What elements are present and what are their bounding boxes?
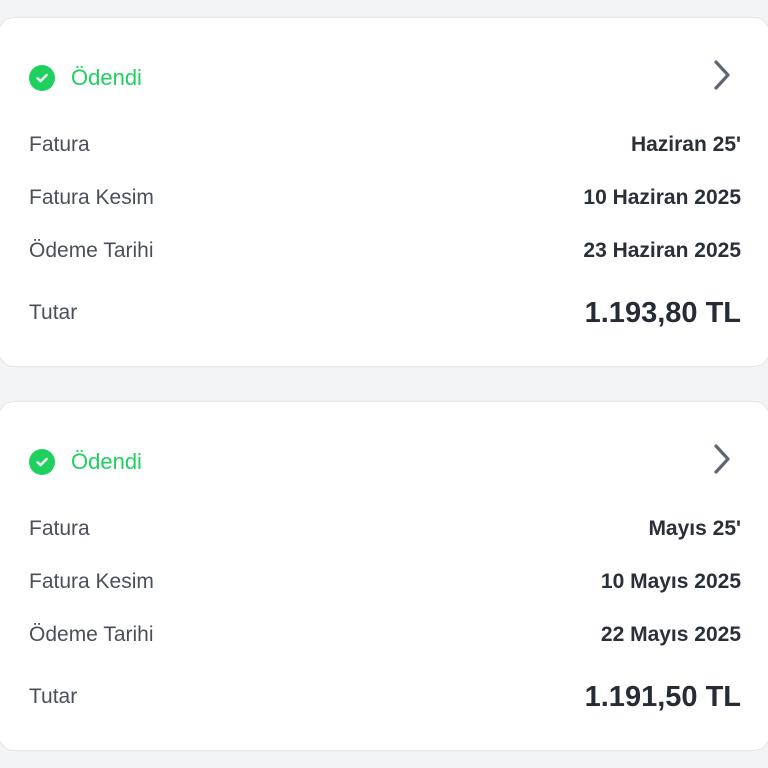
invoice-label: Fatura <box>29 133 90 156</box>
chevron-right-icon[interactable] <box>709 58 735 92</box>
bill-card[interactable]: Ödendi Fatura Mayıs 25' Fatura Kesim 10 … <box>0 401 768 751</box>
status-badge: Ödendi <box>29 63 142 93</box>
amount-row: Tutar 1.191,50 TL <box>29 677 741 717</box>
due-date-value: 22 Mayıs 2025 <box>600 623 741 646</box>
bill-card[interactable]: Ödendi Fatura Haziran 25' Fatura Kesim 1… <box>0 17 768 367</box>
invoice-label: Fatura <box>29 517 90 540</box>
amount-label: Tutar <box>29 301 78 324</box>
check-circle-icon <box>29 449 55 475</box>
issue-date-value: 10 Mayıs 2025 <box>600 570 741 593</box>
amount-label: Tutar <box>29 685 78 708</box>
due-date-label: Ödeme Tarihi <box>29 623 154 646</box>
status-label: Ödendi <box>71 449 142 474</box>
due-date-label: Ödeme Tarihi <box>29 239 154 262</box>
invoice-row: Fatura Mayıs 25' <box>29 514 741 544</box>
check-circle-icon <box>29 65 55 91</box>
amount-value: 1.193,80 TL <box>584 296 741 329</box>
due-date-row: Ödeme Tarihi 23 Haziran 2025 <box>29 236 741 266</box>
issue-date-value: 10 Haziran 2025 <box>583 186 741 209</box>
issue-date-label: Fatura Kesim <box>29 186 154 209</box>
chevron-right-icon[interactable] <box>709 442 735 476</box>
invoice-row: Fatura Haziran 25' <box>29 130 741 160</box>
invoice-value: Mayıs 25' <box>648 517 741 540</box>
issue-date-row: Fatura Kesim 10 Haziran 2025 <box>29 183 741 213</box>
amount-value: 1.191,50 TL <box>584 680 741 713</box>
invoice-value: Haziran 25' <box>630 133 741 156</box>
due-date-value: 23 Haziran 2025 <box>583 239 741 262</box>
issue-date-label: Fatura Kesim <box>29 570 154 593</box>
issue-date-row: Fatura Kesim 10 Mayıs 2025 <box>29 567 741 597</box>
due-date-row: Ödeme Tarihi 22 Mayıs 2025 <box>29 620 741 650</box>
status-label: Ödendi <box>71 65 142 90</box>
amount-row: Tutar 1.193,80 TL <box>29 293 741 333</box>
status-badge: Ödendi <box>29 447 142 477</box>
